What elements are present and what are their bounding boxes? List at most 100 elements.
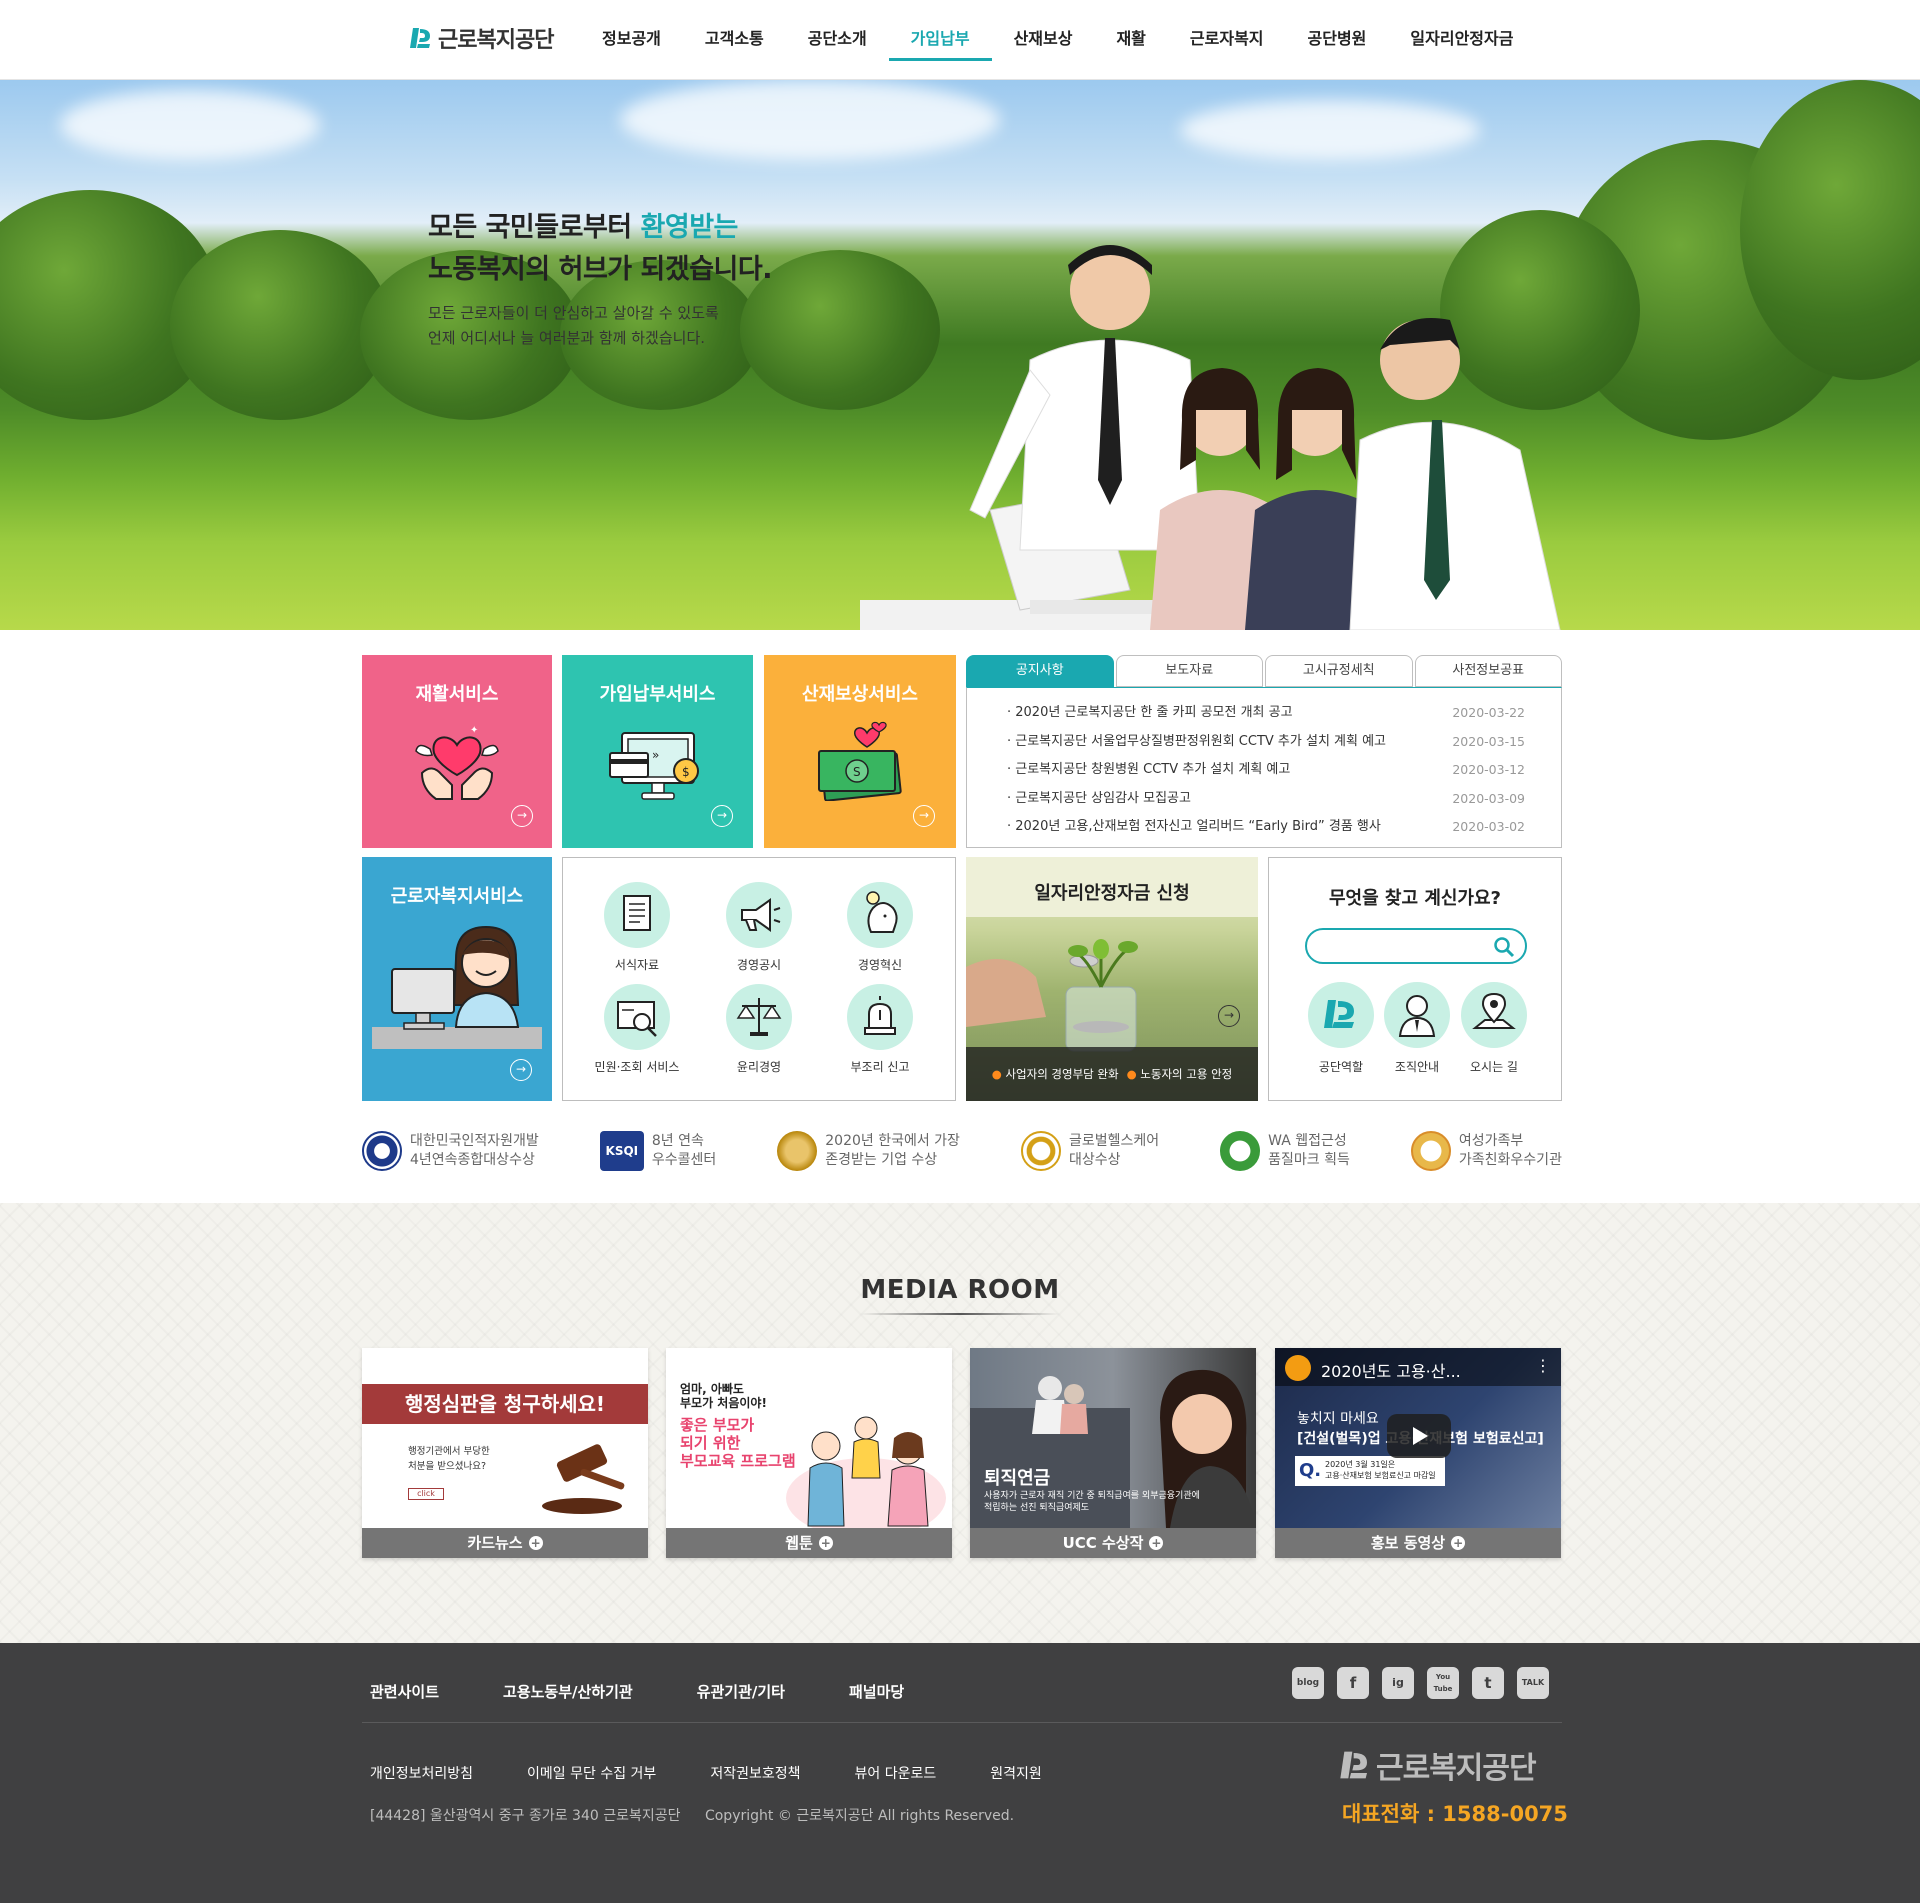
nav-compensation[interactable]: 산재보상 xyxy=(992,0,1095,80)
award-text: 8년 연속 xyxy=(651,1133,704,1149)
megaphone-icon xyxy=(726,882,792,948)
tile-subscribe[interactable]: 가입납부서비스 » $ → xyxy=(562,655,753,848)
footer-related-link[interactable]: 고용노동부/산하기관 xyxy=(503,1681,633,1702)
tab-disclosure[interactable]: 사전정보공표 xyxy=(1414,655,1562,687)
company-logo-icon xyxy=(1308,982,1374,1048)
quick-innovation[interactable]: 경영혁신 xyxy=(825,882,935,973)
notice-date: 2020-03-15 xyxy=(1452,733,1525,749)
notice-item[interactable]: · 근로복지공단 상임감사 모집공고 2020-03-09 xyxy=(1007,785,1525,814)
cardnews-caption: 카드뉴스 + xyxy=(362,1528,648,1558)
webtoon-text: 엄마, 아빠도 xyxy=(680,1382,744,1396)
wa-mark-icon xyxy=(1220,1131,1261,1171)
person-icon xyxy=(1384,982,1450,1048)
media-card-video[interactable]: 2020년도 고용·산... ⋮ 놓치지 마세요 [건설(벌목)업 고용·산재보… xyxy=(1275,1348,1561,1558)
notice-item[interactable]: · 근로복지공단 서울업무상질병판정위원회 CCTV 추가 설치 계획 예고 20… xyxy=(1007,728,1525,757)
blog-icon[interactable]: blog xyxy=(1292,1667,1324,1699)
award-text: 글로벌헬스케어 xyxy=(1068,1133,1160,1149)
tile-rehab-arrow-icon[interactable]: → xyxy=(511,805,533,827)
tile-compensation[interactable]: 산재보상서비스 S → xyxy=(764,655,956,848)
hero-headline: 모든 국민들로부터 환영받는 노동복지의 허브가 되겠습니다. xyxy=(428,207,772,291)
tile-welfare[interactable]: 근로자복지서비스 → xyxy=(362,857,552,1101)
search-icon[interactable] xyxy=(1493,936,1515,958)
footer-related-link[interactable]: 관련사이트 xyxy=(370,1681,439,1702)
footer-logo-text: 근로복지공단 xyxy=(1376,1751,1537,1786)
quick-report[interactable]: 부조리 신고 xyxy=(825,984,935,1075)
cloud-shape xyxy=(60,90,320,160)
webtoon-headline: 좋은 부모가 되기 위한 부모교육 프로그램 xyxy=(680,1416,796,1470)
privacy-policy-link[interactable]: 개인정보처리방침 xyxy=(370,1763,473,1783)
tab-regulations[interactable]: 고시규정세칙 xyxy=(1265,655,1413,687)
tile-compensation-title: 산재보상서비스 xyxy=(802,684,918,705)
svg-text:»: » xyxy=(652,748,659,762)
quick-disclosure[interactable]: 경영공시 xyxy=(704,882,814,973)
nav-rehab[interactable]: 재활 xyxy=(1094,0,1167,80)
nav-welfare[interactable]: 근로자복지 xyxy=(1168,0,1286,80)
notice-item[interactable]: · 2020년 근로복지공단 한 줄 카피 공모전 개최 공고 2020-03-2… xyxy=(1007,699,1525,728)
quick-civil-service[interactable]: 민원·조회 서비스 xyxy=(582,984,692,1075)
twitter-icon[interactable]: t xyxy=(1472,1667,1504,1699)
office-workers-illustration xyxy=(969,245,1561,630)
tile-rehab-title: 재활서비스 xyxy=(415,684,499,705)
tile-rehab[interactable]: 재활서비스 ✦ → xyxy=(362,655,552,848)
quick-ethics[interactable]: 윤리경영 xyxy=(704,984,814,1075)
link-directions[interactable]: 오시는 길 xyxy=(1454,982,1534,1075)
webtoon-thumbnail: 엄마, 아빠도 부모가 처음이야! 좋은 부모가 되기 위한 부모교육 프로그램 xyxy=(666,1348,952,1528)
nav-job-fund[interactable]: 일자리안정자금 xyxy=(1388,0,1535,80)
link-organization[interactable]: 조직안내 xyxy=(1377,982,1457,1075)
link-role-label: 공단역할 xyxy=(1318,1060,1364,1074)
hero-text: 모든 국민들로부터 환영받는 노동복지의 허브가 되겠습니다. 모든 근로자들이… xyxy=(428,207,772,351)
webtoon-text: 부모교육 프로그램 xyxy=(680,1452,796,1470)
award-item: WA 웹접근성 품질마크 획득 xyxy=(1220,1128,1350,1174)
viewer-download-link[interactable]: 뷰어 다운로드 xyxy=(855,1763,937,1783)
job-fund-title: 일자리안정자금 신청 xyxy=(1034,883,1190,904)
nav-hospital[interactable]: 공단병원 xyxy=(1286,0,1389,80)
quick-forms-label: 서식자료 xyxy=(614,958,660,972)
nav-customer[interactable]: 고객소통 xyxy=(683,0,786,80)
nav-subscribe[interactable]: 가입납부 xyxy=(888,0,992,61)
kakaotalk-icon[interactable]: TALK xyxy=(1517,1667,1549,1699)
copyright-policy-link[interactable]: 저작권보호정책 xyxy=(710,1763,800,1783)
footer-related-link[interactable]: 유관기관/기타 xyxy=(697,1681,785,1702)
notice-item[interactable]: · 근로복지공단 창원병원 CCTV 추가 설치 계획 예고 2020-03-12 xyxy=(1007,756,1525,785)
cardnews-body-line: 행정기관에서 부당한 xyxy=(408,1446,490,1457)
main-nav: 정보공개 고객소통 공단소개 가입납부 산재보상 재활 근로자복지 공단병원 일… xyxy=(580,0,1535,80)
job-fund-arrow-icon[interactable]: → xyxy=(1218,1005,1240,1027)
link-role[interactable]: 공단역할 xyxy=(1301,982,1381,1075)
remote-support-link[interactable]: 원격지원 xyxy=(990,1763,1042,1783)
family-illustration xyxy=(786,1416,946,1528)
play-button[interactable] xyxy=(1387,1414,1451,1458)
award-text: 4년연속종합대상수상 xyxy=(410,1152,535,1168)
quick-civil-service-label: 민원·조회 서비스 xyxy=(594,1060,680,1074)
webtoon-text: 좋은 부모가 xyxy=(680,1416,755,1434)
footer-related-link[interactable]: 패널마당 xyxy=(849,1681,904,1702)
quick-menu: 서식자료 경영공시 경영혁신 민원·조회 서비스 윤리경영 부조리 신고 xyxy=(562,857,956,1101)
media-card-webtoon[interactable]: 엄마, 아빠도 부모가 처음이야! 좋은 부모가 되기 위한 부모교육 프로그램… xyxy=(666,1348,952,1558)
tile-welfare-arrow-icon[interactable]: → xyxy=(510,1059,532,1081)
family-friendly-icon xyxy=(1410,1131,1451,1171)
email-refusal-link[interactable]: 이메일 무단 수집 거부 xyxy=(527,1763,656,1783)
tab-press[interactable]: 보도자료 xyxy=(1115,655,1263,687)
job-fund-banner[interactable]: 일자리안정자금 신청 → ● 사업자의 경영부담 완화 ● 노동자의 고용 안정 xyxy=(966,857,1258,1101)
tile-subscribe-arrow-icon[interactable]: → xyxy=(711,805,733,827)
media-card-cardnews[interactable]: 행정심판을 청구하세요! 행정기관에서 부당한 처분을 받으셨나요? click… xyxy=(362,1348,648,1558)
more-options-icon[interactable]: ⋮ xyxy=(1535,1356,1551,1375)
notice-item[interactable]: · 2020년 고용,산재보험 전자신고 얼리버드 “Early Bird” 경… xyxy=(1007,813,1525,842)
site-logo[interactable]: 근로복지공단 xyxy=(410,22,554,54)
cardnews-caption-text: 카드뉴스 xyxy=(467,1534,523,1552)
youtube-icon[interactable]: You Tube xyxy=(1427,1667,1459,1699)
tab-notice[interactable]: 공지사항 xyxy=(966,655,1114,687)
nav-info[interactable]: 정보공개 xyxy=(580,0,683,80)
award-item: KSQI 8년 연속 우수콜센터 xyxy=(599,1128,716,1174)
notice-date: 2020-03-22 xyxy=(1452,705,1525,720)
notice-date: 2020-03-12 xyxy=(1452,762,1525,777)
money-hearts-icon: S xyxy=(818,721,902,801)
facebook-icon[interactable]: f xyxy=(1337,1667,1369,1699)
media-card-ucc[interactable]: 퇴직연금 사용자가 근로자 재직 기간 중 퇴직급여를 외부금융기관에 적립하는… xyxy=(970,1348,1256,1558)
instagram-icon[interactable]: ig xyxy=(1382,1667,1414,1699)
search-panel: 무엇을 찾고 계신가요? 공단역할 조직안내 오시는 길 xyxy=(1268,857,1562,1101)
nav-about[interactable]: 공단소개 xyxy=(786,0,889,80)
svg-text:✦: ✦ xyxy=(470,725,478,736)
video-qa-line: 고용·산재보험 보험료신고 마감일 xyxy=(1325,1471,1436,1480)
quick-forms[interactable]: 서식자료 xyxy=(582,882,692,973)
tile-compensation-arrow-icon[interactable]: → xyxy=(913,805,935,827)
